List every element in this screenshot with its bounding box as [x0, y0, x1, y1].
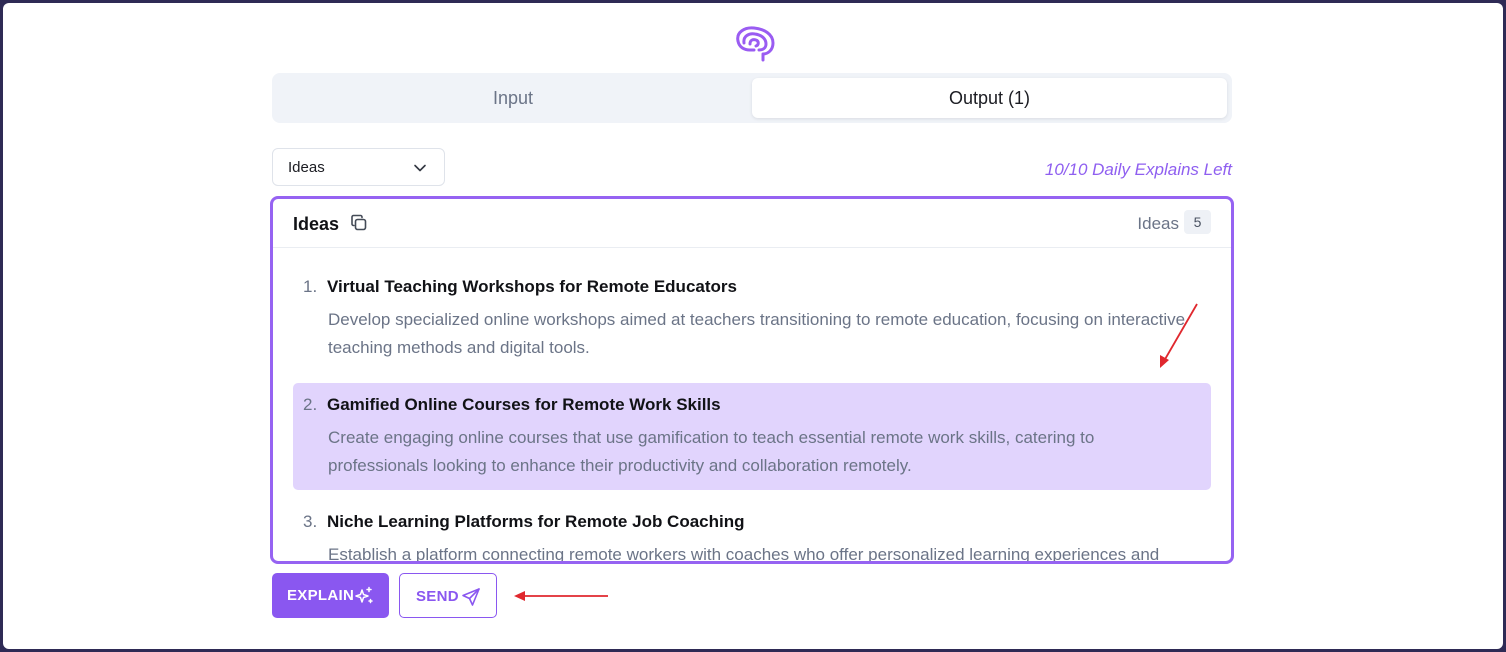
idea-title: Virtual Teaching Workshops for Remote Ed… — [327, 277, 737, 296]
send-button-label: SEND — [416, 588, 459, 605]
explain-button[interactable]: EXPLAIN — [272, 573, 389, 618]
idea-description: Create engaging online courses that use … — [328, 428, 1095, 475]
list-item[interactable]: 3. Niche Learning Platforms for Remote J… — [293, 500, 1211, 564]
daily-explains-left: 10/10 Daily Explains Left — [1044, 160, 1232, 179]
idea-title: Niche Learning Platforms for Remote Job … — [327, 512, 745, 531]
idea-description: Establish a platform connecting remote w… — [328, 545, 1160, 564]
idea-number: 2. — [303, 395, 318, 414]
sparkles-icon — [355, 586, 373, 604]
output-tabs: Input Output (1) — [272, 73, 1232, 123]
ideas-count-label: Ideas — [1137, 214, 1179, 233]
list-item[interactable]: 2. Gamified Online Courses for Remote Wo… — [293, 383, 1211, 490]
list-item[interactable]: 1. Virtual Teaching Workshops for Remote… — [293, 265, 1211, 375]
panel-header: Ideas Ideas 5 — [273, 199, 1231, 248]
idea-title: Gamified Online Courses for Remote Work … — [327, 395, 721, 414]
app-window: Input Output (1) Ideas 10/10 Daily Expla… — [3, 3, 1503, 649]
tab-input[interactable]: Input — [277, 78, 749, 118]
ideas-panel: Ideas Ideas 5 1. Virtual Teaching Worksh… — [270, 196, 1234, 564]
send-button[interactable]: SEND — [399, 573, 497, 618]
select-value: Ideas — [288, 159, 325, 176]
idea-description: Develop specialized online workshops aim… — [328, 310, 1186, 357]
send-icon — [462, 588, 480, 606]
chevron-down-icon — [414, 164, 426, 172]
brain-logo-icon — [736, 26, 775, 62]
idea-number: 3. — [303, 512, 318, 531]
tab-output[interactable]: Output (1) — [752, 78, 1227, 118]
output-type-select[interactable]: Ideas — [272, 148, 445, 186]
ideas-count-badge: 5 — [1184, 210, 1211, 234]
copy-icon[interactable] — [350, 214, 368, 232]
idea-number: 1. — [303, 277, 318, 296]
panel-title: Ideas — [293, 214, 340, 234]
explain-button-label: EXPLAIN — [287, 587, 355, 604]
